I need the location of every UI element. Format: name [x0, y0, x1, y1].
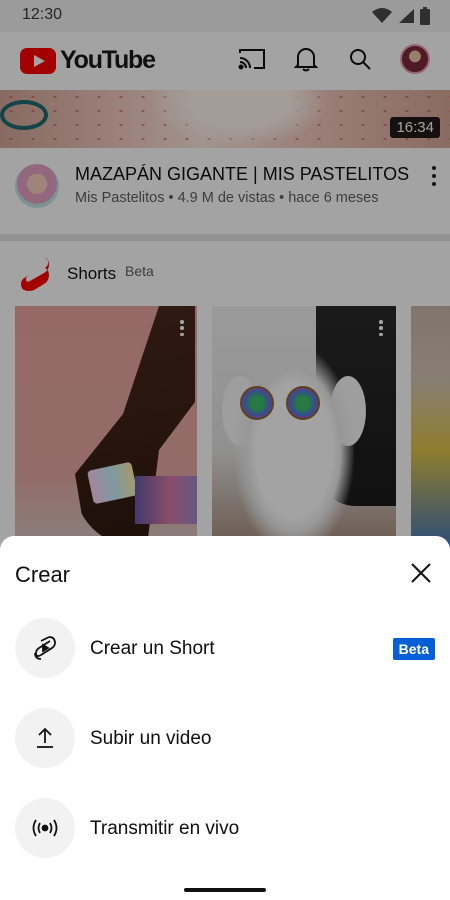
live-broadcast-icon — [15, 798, 75, 858]
option-label: Crear un Short — [90, 638, 215, 659]
upload-video-option[interactable]: Subir un video — [0, 700, 450, 776]
create-bottom-sheet: Crear Crear un Short Beta Subir un video — [0, 536, 450, 900]
go-live-option[interactable]: Transmitir en vivo — [0, 790, 450, 866]
close-icon[interactable] — [408, 560, 434, 586]
upload-icon — [15, 708, 75, 768]
home-indicator[interactable] — [184, 888, 266, 892]
beta-badge: Beta — [392, 638, 435, 660]
sheet-title: Crear — [15, 562, 71, 587]
option-label: Transmitir en vivo — [90, 818, 240, 839]
shorts-camera-icon — [15, 618, 75, 678]
create-short-option[interactable]: Crear un Short Beta — [0, 610, 450, 686]
option-label: Subir un video — [90, 728, 212, 749]
